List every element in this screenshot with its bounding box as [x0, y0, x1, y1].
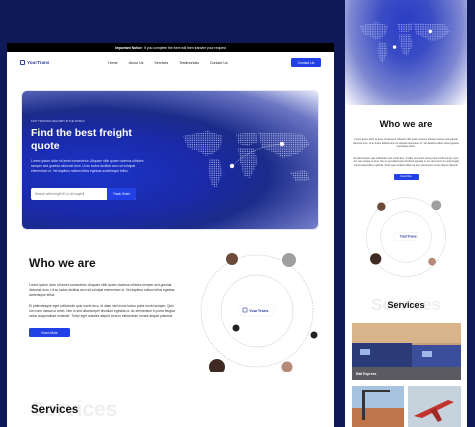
mobile-about-paragraph-2: Et pellentesque eget sollicitudin quis m… [353, 156, 459, 167]
nav-item-about[interactable]: About Us [129, 61, 144, 65]
service-card-crane[interactable] [352, 386, 404, 427]
hero-text: Lorem ipsum dolor sit amet consectetur. … [31, 159, 144, 174]
logo-icon [20, 60, 25, 65]
service-card-label: Rail Express [356, 372, 377, 376]
mobile-know-more-button[interactable]: Know More [393, 173, 419, 180]
about-paragraph-1: Lorem ipsum dolor sit amet consectetur. … [29, 283, 175, 298]
track-input[interactable] [31, 192, 105, 196]
mobile-about-title: We Who we are [345, 117, 467, 133]
about-title: Who we are are [29, 253, 179, 274]
service-card-rail[interactable]: Rail Express [352, 323, 461, 380]
brand-logo[interactable]: YourTrans [20, 60, 49, 65]
mobile-services-section: Services Services [345, 295, 467, 315]
about-section: Who we are are Lorem ipsum dolor sit amet… [29, 253, 179, 338]
services-title: Services [31, 404, 79, 416]
hero-tagline: FAST TRACKING DELIVERY IN THE WORLD [31, 120, 85, 123]
notice-title: Important Notice [115, 45, 143, 50]
svg-text:YourTrans: YourTrans [400, 235, 417, 239]
services-section: Services Services [31, 398, 117, 422]
mobile-network-orbit-graphic: YourTrans [366, 197, 446, 277]
nav-item-services[interactable]: Services [154, 61, 168, 65]
mobile-about-title-text: Who we are [379, 119, 433, 130]
track-order-button[interactable]: Track Order [107, 188, 136, 200]
nav-item-contact[interactable]: Contact Us [210, 61, 228, 65]
know-more-button[interactable]: Know More [29, 328, 70, 338]
hero-title: Find the best freight quote [31, 127, 132, 152]
nav-menu: Home About Us Services Testimonials Cont… [108, 61, 228, 65]
plane-photo [408, 386, 461, 427]
about-paragraph-2: Et pellentesque eget sollicitudin quis m… [29, 303, 175, 319]
network-orbit-graphic: YourTrans [200, 253, 318, 372]
mobile-services-title: Services [387, 300, 425, 310]
track-form: Track Order [31, 188, 136, 200]
nav-item-home[interactable]: Home [108, 61, 118, 65]
top-nav: YourTrans Home About Us Services Testimo… [7, 52, 334, 73]
contact-us-button[interactable]: Contact Us [291, 58, 321, 67]
notice-bar: Important Notice If you complete the for… [7, 43, 334, 52]
about-ghost-text: are [114, 253, 143, 274]
desktop-page: Important Notice If you complete the for… [7, 43, 334, 427]
hero-banner: FAST TRACKING DELIVERY IN THE WORLD Find… [21, 90, 319, 230]
world-map-icon [183, 131, 310, 188]
mobile-world-map-icon [359, 22, 451, 63]
mobile-about-section: We Who we are Lorem ipsum dolor sit amet … [345, 117, 467, 180]
brand-name: YourTrans [27, 60, 50, 65]
svg-text:YourTrans: YourTrans [249, 308, 269, 313]
notice-text: If you complete the form will then trans… [144, 45, 226, 50]
mobile-about-ghost: We [359, 117, 380, 133]
crane-photo [352, 386, 404, 427]
about-title-text: Who we are [29, 256, 96, 270]
mobile-about-paragraph-1: Lorem ipsum dolor sit amet consectetur. … [353, 138, 459, 149]
mobile-page: We Who we are Lorem ipsum dolor sit amet … [345, 0, 467, 427]
service-card-air[interactable] [408, 386, 461, 427]
nav-item-testimonials[interactable]: Testimonials [179, 61, 199, 65]
mobile-hero [345, 0, 467, 105]
